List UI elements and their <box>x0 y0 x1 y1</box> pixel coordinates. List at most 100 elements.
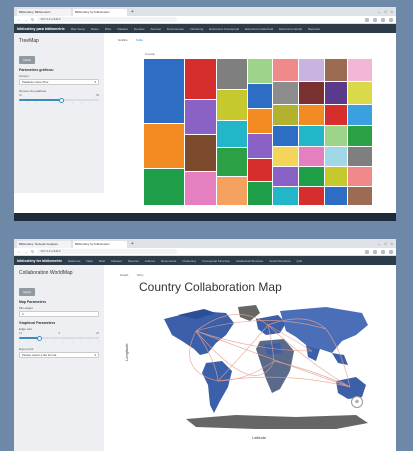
nav-item[interactable]: Authors <box>145 259 155 263</box>
forward-icon[interactable]: → <box>24 17 28 22</box>
forward-icon[interactable]: → <box>24 249 28 254</box>
treemap-cell[interactable] <box>273 167 298 186</box>
nav-item[interactable]: Filter <box>99 259 106 263</box>
treemap-cell[interactable] <box>217 148 247 176</box>
nav-item[interactable]: Estructura Social <box>279 27 302 31</box>
treemap-cell[interactable] <box>248 59 272 83</box>
treemap-cell[interactable] <box>185 135 216 171</box>
treemap-cell[interactable] <box>325 105 347 125</box>
treemap-cell[interactable] <box>144 59 184 123</box>
treemap-cell[interactable] <box>248 182 272 205</box>
map-country[interactable] <box>256 315 286 335</box>
nav-item[interactable]: Sources <box>128 259 139 263</box>
nav-item[interactable]: Fuentes <box>134 27 145 31</box>
map-country[interactable] <box>202 361 232 413</box>
treemap-cell[interactable] <box>299 82 324 104</box>
nav-item[interactable]: Documentos <box>167 27 184 31</box>
extension-icon[interactable] <box>381 17 385 22</box>
maximize-icon[interactable]: □ <box>384 8 386 16</box>
treemap-cell[interactable] <box>185 100 216 134</box>
browser-tab-active[interactable]: Biblioshiny for bibliometrix <box>73 9 127 16</box>
treemap-cell[interactable] <box>217 121 247 147</box>
treemap-cell[interactable] <box>325 147 347 166</box>
nav-item[interactable]: Autores <box>151 27 161 31</box>
nav-item[interactable]: Más Venta <box>71 27 85 31</box>
treemap-cell[interactable] <box>348 105 372 125</box>
treemap-cell[interactable] <box>217 177 247 205</box>
field-select[interactable]: Palabras clave Plus ▾ <box>19 79 99 85</box>
back-icon[interactable]: ← <box>17 17 21 22</box>
treemap-cell[interactable] <box>248 159 272 181</box>
treemap-cell[interactable] <box>248 84 272 108</box>
extension-icon[interactable] <box>365 17 369 22</box>
close-icon[interactable]: × <box>391 8 393 16</box>
minimize-icon[interactable]: – <box>378 8 380 16</box>
treemap-cell[interactable] <box>299 59 324 81</box>
treemap-cell[interactable] <box>144 169 184 205</box>
collaboration-world-map[interactable] <box>156 301 378 429</box>
treemap-cell[interactable] <box>144 124 184 168</box>
tab-graph[interactable]: Graph <box>120 273 128 277</box>
tab-graph[interactable]: Gráfico <box>118 38 128 42</box>
profile-icon[interactable] <box>389 249 393 254</box>
map-country[interactable] <box>186 415 368 429</box>
url-field[interactable]: 127.0.0.1:4413 <box>37 249 178 254</box>
minimize-icon[interactable]: – <box>378 240 380 248</box>
treemap-cell[interactable] <box>273 59 298 81</box>
nav-item[interactable]: Documents <box>161 259 176 263</box>
nav-item[interactable]: Clustering <box>182 259 196 263</box>
nav-item[interactable]: Reportes <box>308 27 320 31</box>
export-select[interactable]: Please select a file format ▾ <box>19 352 99 358</box>
close-icon[interactable]: × <box>391 240 393 248</box>
treemap-cell[interactable] <box>299 147 324 166</box>
reload-icon[interactable]: ↻ <box>31 249 34 254</box>
words-slider[interactable]: 10 50 | | | | | | | | | | <box>19 94 99 105</box>
slider-handle[interactable] <box>59 97 64 103</box>
nav-item[interactable]: Dataset <box>111 259 121 263</box>
slider-track[interactable] <box>19 335 99 341</box>
extension-icon[interactable] <box>365 249 369 254</box>
back-icon[interactable]: ← <box>17 249 21 254</box>
nav-item[interactable]: Welcome <box>68 259 80 263</box>
nav-item[interactable]: Data <box>86 259 92 263</box>
treemap-cell[interactable] <box>273 82 298 104</box>
treemap-cell[interactable] <box>348 59 372 81</box>
start-button[interactable]: Iniciar <box>19 56 36 64</box>
treemap-cell[interactable] <box>299 187 324 205</box>
nav-item[interactable]: Clustering <box>190 27 204 31</box>
extension-icon[interactable] <box>373 17 377 22</box>
treemap-cell[interactable] <box>248 134 272 158</box>
treemap-cell[interactable] <box>325 126 347 146</box>
map-country[interactable] <box>336 377 366 399</box>
treemap-chart[interactable] <box>144 59 384 205</box>
edge-size-slider[interactable]: 0.1 5 20 | | | | | | | | | | <box>19 332 99 343</box>
treemap-cell[interactable] <box>273 105 298 125</box>
treemap-cell[interactable] <box>299 105 324 125</box>
zoom-icon[interactable]: ⊕ <box>351 396 363 408</box>
treemap-cell[interactable] <box>325 59 347 81</box>
profile-icon[interactable] <box>389 17 393 22</box>
browser-tab[interactable]: Biblioshiny: Bibliometrix <box>17 9 71 16</box>
treemap-cell[interactable] <box>325 82 347 104</box>
treemap-cell[interactable] <box>348 167 372 186</box>
extension-icon[interactable] <box>381 249 385 254</box>
treemap-cell[interactable] <box>348 126 372 146</box>
treemap-cell[interactable] <box>273 147 298 166</box>
nav-item[interactable]: Quit <box>297 259 303 263</box>
treemap-cell[interactable] <box>348 82 372 104</box>
treemap-cell[interactable] <box>299 126 324 146</box>
tab-table[interactable]: Tabla <box>136 38 143 42</box>
map-country[interactable] <box>280 307 368 353</box>
tab-table[interactable]: Table <box>136 273 143 277</box>
treemap-cell[interactable] <box>273 126 298 146</box>
treemap-cell[interactable] <box>248 109 272 133</box>
url-field[interactable]: 127.0.0.1:4413 <box>37 17 178 22</box>
treemap-cell[interactable] <box>273 187 298 205</box>
nav-item[interactable]: Social Structure <box>269 259 290 263</box>
nav-item[interactable]: Datos <box>91 27 99 31</box>
browser-tab[interactable]: Biblioshiny: Network Analysis <box>17 241 71 248</box>
treemap-cell[interactable] <box>217 90 247 120</box>
browser-tab-active[interactable]: Biblioshiny for bibliometrix <box>73 241 127 248</box>
new-tab-icon[interactable]: + <box>131 9 134 16</box>
app-brand[interactable]: biblioshiny for bibliometrix <box>17 259 62 263</box>
